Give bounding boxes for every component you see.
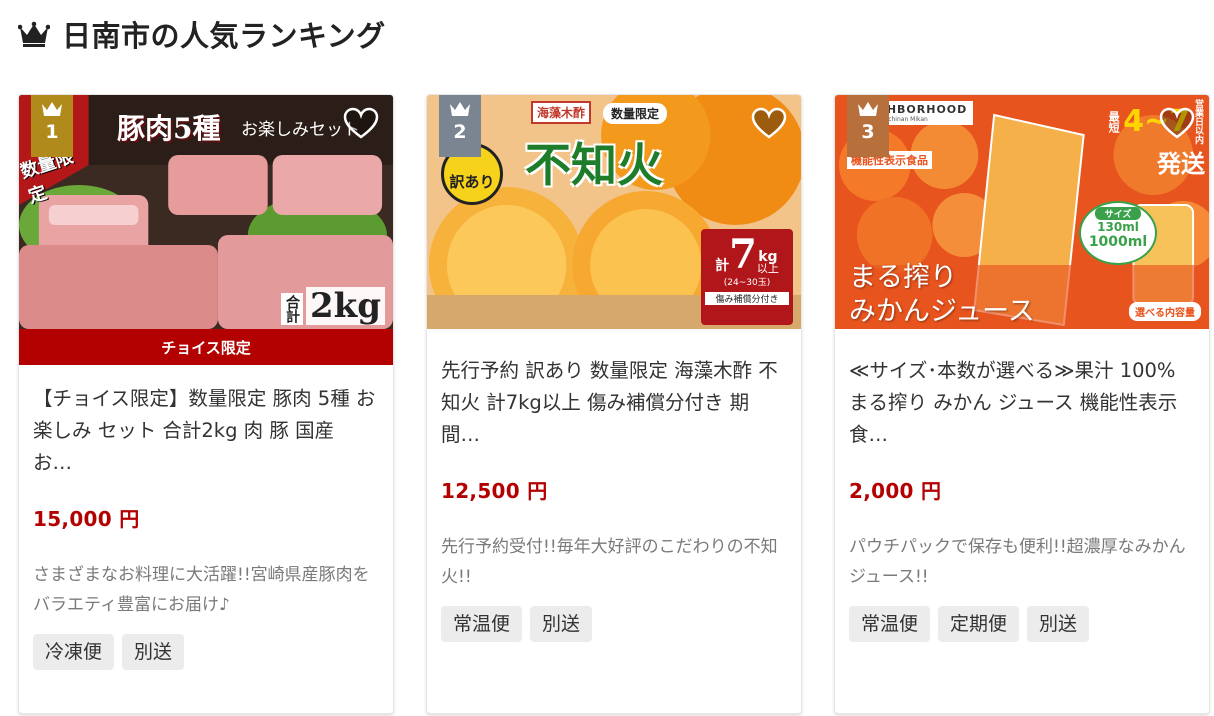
- shipping-tags: 常温便 別送: [441, 606, 787, 642]
- weight-badge: 計 7 kg 以上 (24~30玉) 傷み補償分付き: [701, 229, 793, 325]
- page-title: 日南市の人気ランキング: [62, 19, 386, 53]
- size-badge: サイズ 130ml 1000ml: [1079, 201, 1157, 265]
- product-price: 12,500 円: [441, 479, 548, 503]
- rank-badge: 1: [31, 95, 73, 157]
- heart-icon: [1159, 107, 1195, 139]
- ranking-card-2[interactable]: 海藻木酢 数量限定 訳あり 不知火 計 7 kg 以上 (24~30玉) 傷み補…: [426, 94, 802, 714]
- ship-prefix: 最短: [1107, 110, 1121, 133]
- size-small: 130ml: [1097, 220, 1139, 234]
- weight-suffix: 以上: [756, 262, 779, 275]
- ship-word: 発送: [1157, 150, 1205, 178]
- rank-badge: 3: [847, 95, 889, 157]
- rank-number: 2: [453, 121, 467, 143]
- tag-frozen: 冷凍便: [33, 634, 115, 670]
- product-image[interactable]: 数量限定 豚肉5種 お楽しみセット 合計 2kg 1: [19, 95, 393, 329]
- rank-badge: 2: [439, 95, 481, 157]
- crown-icon: [450, 102, 470, 116]
- total-value: 2kg: [306, 287, 385, 325]
- product-price: 15,000 円: [33, 507, 140, 531]
- favorite-button[interactable]: [339, 103, 383, 143]
- total-prefix: 合計: [281, 293, 303, 325]
- ranking-heading: 日南市の人気ランキング: [18, 14, 386, 54]
- total-weight-badge: 合計 2kg: [281, 287, 385, 325]
- image-headline-2: みかんジュース: [849, 296, 1035, 327]
- tag-separate: 別送: [122, 634, 185, 670]
- rank-number: 1: [45, 121, 59, 143]
- shipping-tags: 常温便 定期便 別送: [849, 606, 1195, 642]
- product-title[interactable]: ≪サイズ･本数が選べる≫果汁 100% まる搾り みかん ジュース 機能性表示食…: [849, 355, 1195, 451]
- weight-note: 傷み補償分付き: [705, 292, 789, 305]
- shipping-tags: 冷凍便 別送: [33, 634, 379, 670]
- choice-limited-banner: チョイス限定: [19, 329, 393, 365]
- tag-separate: 別送: [1027, 606, 1090, 642]
- weight-value: 7: [729, 231, 757, 278]
- tag-room-temp: 常温便: [849, 606, 931, 642]
- heart-icon: [343, 107, 379, 139]
- tag-subscription: 定期便: [938, 606, 1020, 642]
- product-description: さまざまなお料理に大活躍!!宮崎県産豚肉をバラエティ豊富にお届け♪: [33, 565, 370, 615]
- product-title[interactable]: 【チョイス限定】数量限定 豚肉 5種 お楽しみ セット 合計2kg 肉 豚 国産…: [33, 383, 379, 479]
- image-headline: 豚肉5種: [117, 112, 221, 145]
- tag-room-temp: 常温便: [441, 606, 523, 642]
- product-price: 2,000 円: [849, 479, 942, 503]
- product-description: パウチパックで保存も便利!!超濃厚なみかんジュース!!: [849, 537, 1186, 587]
- choose-volume-label: 選べる内容量: [1129, 302, 1201, 321]
- crown-icon: [18, 21, 50, 47]
- ranking-card-3[interactable]: NEIGHBORHOOD Miyazaki_Nichinan Mikan 機能性…: [834, 94, 1210, 714]
- weight-prefix: 計: [715, 258, 730, 274]
- image-headline: 不知火: [525, 138, 663, 192]
- product-description: 先行予約受付!!毎年大好評のこだわりの不知火!!: [441, 537, 778, 587]
- size-large: 1000ml: [1088, 234, 1148, 250]
- product-image[interactable]: NEIGHBORHOOD Miyazaki_Nichinan Mikan 機能性…: [835, 95, 1209, 329]
- product-image[interactable]: 海藻木酢 数量限定 訳あり 不知火 計 7 kg 以上 (24~30玉) 傷み補…: [427, 95, 801, 329]
- image-tag-seaweed: 海藻木酢: [531, 101, 592, 124]
- tag-separate: 別送: [530, 606, 593, 642]
- crown-icon: [42, 102, 62, 116]
- heart-icon: [751, 107, 787, 139]
- size-label: サイズ: [1095, 207, 1141, 220]
- favorite-button[interactable]: [1155, 103, 1199, 143]
- ranking-card-1[interactable]: 数量限定 豚肉5種 お楽しみセット 合計 2kg 1 チョイス限定 【チョイス限…: [18, 94, 394, 714]
- product-title[interactable]: 先行予約 訳あり 数量限定 海藻木酢 不知火 計7kg以上 傷み補償分付き 期間…: [441, 355, 787, 451]
- weight-range: (24~30玉): [723, 278, 771, 288]
- image-tag-limited: 数量限定: [603, 103, 668, 124]
- rank-number: 3: [861, 121, 875, 143]
- crown-icon: [858, 102, 878, 116]
- favorite-button[interactable]: [747, 103, 791, 143]
